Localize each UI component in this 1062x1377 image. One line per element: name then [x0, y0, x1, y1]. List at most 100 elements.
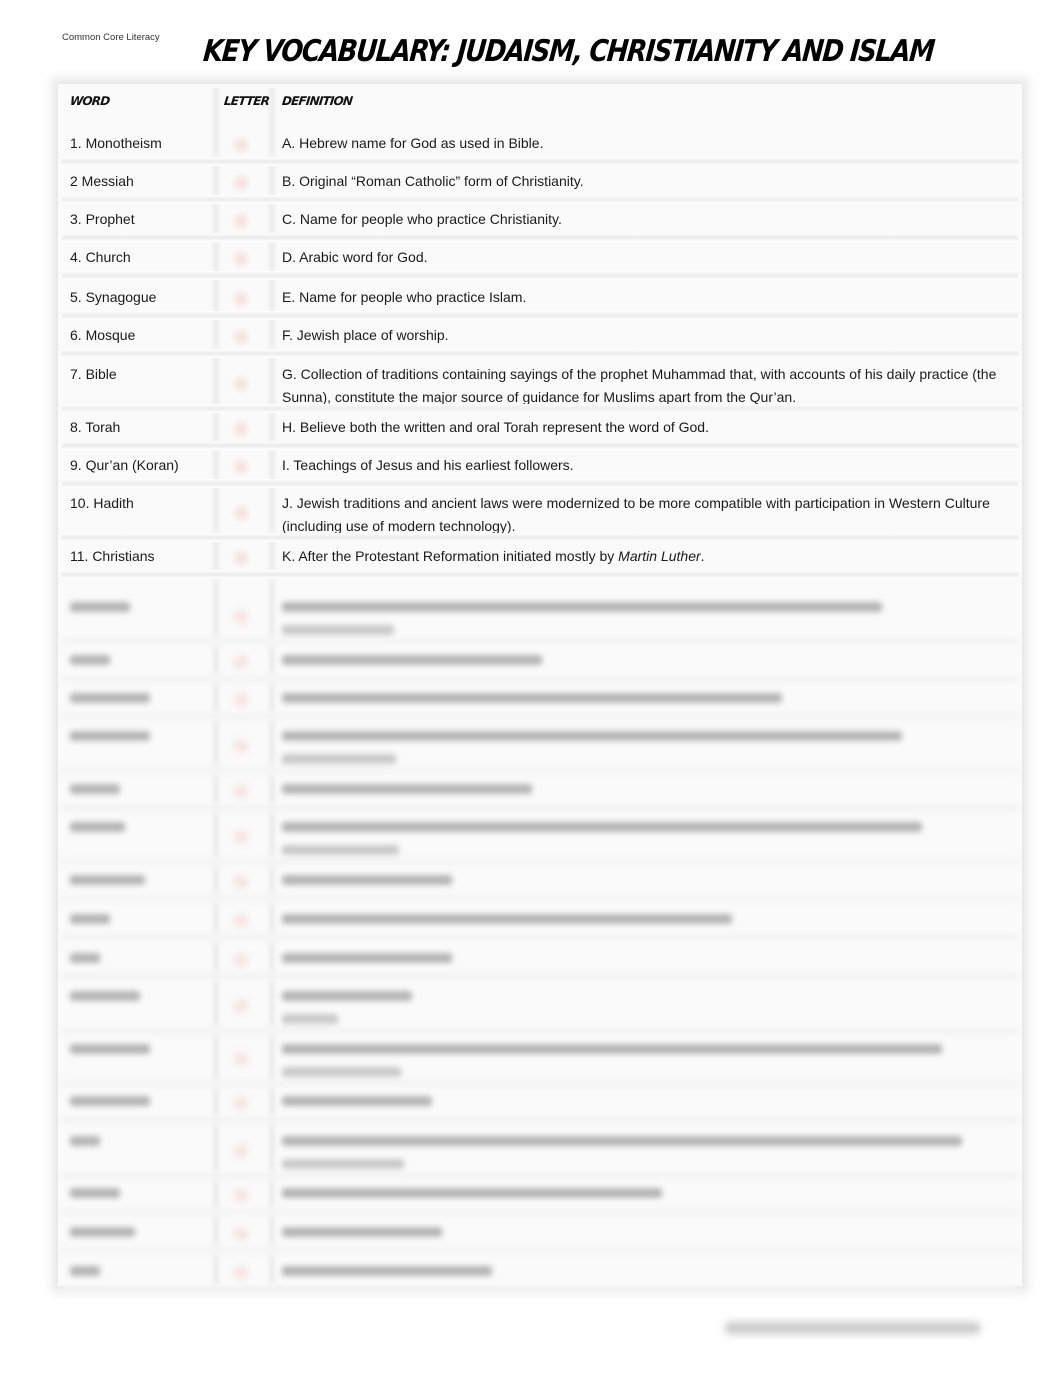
definition-cell [282, 914, 732, 924]
letter-answer-field[interactable] [230, 288, 252, 310]
definition-cell: J. Jewish traditions and ancient laws we… [282, 495, 990, 534]
table-row [62, 596, 1018, 646]
word-cell [70, 1266, 100, 1276]
word-cell: 5. Synagogue [70, 289, 157, 305]
definition-cell-line2 [282, 625, 394, 635]
column-header-definition: Definition [281, 94, 353, 108]
definition-cell [282, 1266, 492, 1276]
letter-answer-field[interactable] [230, 134, 252, 156]
letter-answer-field[interactable] [230, 1140, 252, 1162]
table-row [62, 1038, 1018, 1088]
column-header-word: Word [69, 94, 111, 108]
letter-answer-field[interactable] [230, 995, 252, 1017]
copyright-footer [725, 1322, 980, 1334]
letter-answer-field[interactable] [230, 651, 252, 673]
letter-answer-field[interactable] [230, 248, 252, 270]
letter-answer-field[interactable] [230, 606, 252, 628]
letter-answer-field[interactable] [230, 689, 252, 711]
letter-answer-field[interactable] [230, 780, 252, 802]
table-row [62, 1221, 1018, 1255]
letter-answer-field[interactable] [230, 826, 252, 848]
table-row: 10. Hadith J. Jewish traditions and anci… [62, 492, 1018, 542]
definition-cell [282, 655, 542, 665]
word-cell [70, 693, 150, 703]
word-cell: 2 Messiah [70, 173, 134, 189]
table-row: 4. Church D. Arabic word for God. [62, 246, 1018, 280]
table-row [62, 985, 1018, 1035]
table-row: 11. Christians K. After the Protestant R… [62, 545, 1018, 579]
word-cell [70, 914, 110, 924]
definition-cell [282, 1227, 442, 1237]
word-cell [70, 1188, 120, 1198]
table-row [62, 1130, 1018, 1180]
definition-cell [282, 1188, 662, 1198]
word-cell [70, 875, 145, 885]
definition-cell: C. Name for people who practice Christia… [282, 211, 562, 227]
word-cell [70, 1044, 150, 1054]
definition-cell-line2 [282, 1159, 404, 1169]
definition-cell [282, 1096, 432, 1106]
letter-answer-field[interactable] [230, 418, 252, 440]
definition-cell: D. Arabic word for God. [282, 249, 428, 265]
table-row [62, 908, 1018, 942]
word-cell [70, 953, 100, 963]
letter-answer-field[interactable] [230, 1262, 252, 1284]
letter-answer-field[interactable] [230, 871, 252, 893]
letter-answer-field[interactable] [230, 210, 252, 232]
letter-answer-field[interactable] [230, 910, 252, 932]
table-row: 3. Prophet C. Name for people who practi… [62, 208, 1018, 242]
letter-answer-field[interactable] [230, 1223, 252, 1245]
table-row [62, 687, 1018, 721]
word-cell [70, 822, 125, 832]
word-cell [70, 655, 110, 665]
table-row [62, 725, 1018, 775]
definition-cell: H. Believe both the written and oral Tor… [282, 419, 709, 435]
definition-cell [282, 784, 532, 794]
letter-answer-field[interactable] [230, 502, 252, 524]
word-cell: 10. Hadith [70, 495, 134, 511]
letter-answer-field[interactable] [230, 735, 252, 757]
letter-answer-field[interactable] [230, 1092, 252, 1114]
word-cell: 1. Monotheism [70, 135, 162, 151]
table-row: 6. Mosque F. Jewish place of worship. [62, 324, 1018, 358]
word-cell: 11. Christians [70, 548, 155, 564]
letter-answer-field[interactable] [230, 547, 252, 569]
letter-answer-field[interactable] [230, 373, 252, 395]
table-row: 1. Monotheism A. Hebrew name for God as … [62, 132, 1018, 166]
table-row: 9. Qur’an (Koran) I. Teachings of Jesus … [62, 454, 1018, 488]
table-row [62, 816, 1018, 866]
definition-cell [282, 991, 412, 1001]
letter-answer-field[interactable] [230, 326, 252, 348]
letter-answer-field[interactable] [230, 456, 252, 478]
definition-cell-line2 [282, 1067, 401, 1077]
letter-answer-field[interactable] [230, 1184, 252, 1206]
letter-answer-field[interactable] [230, 1048, 252, 1070]
table-row [62, 869, 1018, 903]
table-row: 7. Bible G. Collection of traditions con… [62, 363, 1018, 413]
letter-answer-field[interactable] [230, 172, 252, 194]
word-cell [70, 731, 150, 741]
word-cell: 8. Torah [70, 419, 121, 435]
word-cell [70, 991, 140, 1001]
word-cell: 6. Mosque [70, 327, 136, 343]
definition-suffix: . [700, 548, 705, 564]
definition-cell [282, 953, 452, 963]
definition-cell: K. After the Protestant Reformation init… [282, 545, 1002, 568]
letter-answer-field[interactable] [230, 949, 252, 971]
definition-text: K. After the Protestant Reformation init… [282, 548, 619, 564]
table-row [62, 947, 1018, 981]
table-row [62, 1182, 1018, 1216]
definition-emphasis: Martin Luther [618, 548, 701, 564]
table-row: 8. Torah H. Believe both the written and… [62, 416, 1018, 450]
table-row [62, 649, 1018, 683]
definition-cell [282, 602, 882, 612]
word-cell: 4. Church [70, 249, 131, 265]
word-cell: 7. Bible [70, 366, 117, 382]
definition-cell-line2 [282, 1014, 338, 1024]
definition-cell: E. Name for people who practice Islam. [282, 289, 527, 305]
definition-cell [282, 1136, 962, 1146]
page-title: Key Vocabulary: Judaism, Christianity an… [201, 34, 936, 69]
word-cell: 9. Qur’an (Koran) [70, 457, 179, 473]
definition-cell-line2 [282, 845, 399, 855]
word-cell: 3. Prophet [70, 211, 135, 227]
